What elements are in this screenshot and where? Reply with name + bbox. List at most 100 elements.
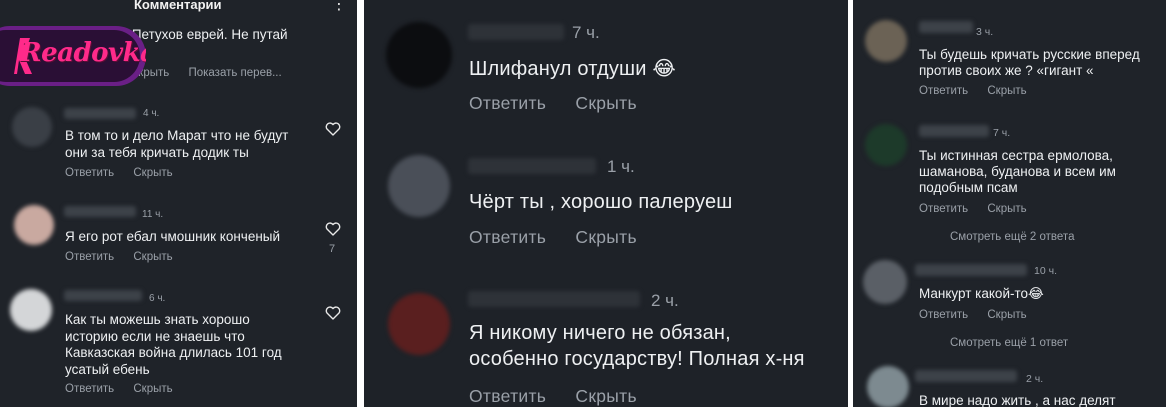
- comment-text: Я никому ничего не обязан, особенно госу…: [469, 320, 805, 372]
- comment-time: 2 ч.: [651, 291, 679, 310]
- avatar[interactable]: [867, 366, 909, 407]
- comment-line: Как ты можешь знать хорошо: [65, 312, 250, 327]
- comment-time: 2 ч.: [1026, 373, 1044, 385]
- comment-text: Я его рот ебал чмошник конченый: [65, 229, 280, 246]
- comment-line: Чёрт ты , хорошо палеруеш: [469, 191, 733, 213]
- reply-button[interactable]: Ответить: [919, 203, 968, 215]
- avatar[interactable]: [14, 205, 54, 245]
- comment-time: 7 ч.: [993, 127, 1011, 139]
- comment-text: Шлифанул отдуши 😂: [469, 56, 676, 82]
- username-blurred[interactable]: [468, 291, 640, 307]
- hide-button[interactable]: Скрыть: [575, 227, 637, 247]
- comment-text: В мире надо жить , а нас делят: [919, 393, 1116, 407]
- reply-button[interactable]: Ответить: [65, 251, 114, 263]
- comment-actions: Ответить Скрыть: [65, 167, 173, 179]
- comment-actions: Ответить Скрыть: [919, 85, 1027, 97]
- view-more-replies-link[interactable]: Смотреть ещё 2 ответа: [950, 231, 1074, 243]
- username-blurred[interactable]: [919, 21, 973, 33]
- hide-button[interactable]: Скрыть: [575, 386, 637, 406]
- heart-icon[interactable]: [325, 306, 341, 320]
- comment-line: особенно государству! Полная х-ня: [469, 348, 805, 370]
- comment-line: подобным псам: [919, 180, 1018, 195]
- more-vert-icon[interactable]: ⋮: [331, 0, 347, 13]
- comment-time: 4 ч.: [143, 108, 160, 119]
- hide-button[interactable]: Скрыть: [133, 167, 172, 179]
- heart-icon[interactable]: [325, 222, 341, 236]
- comment-actions: Ответить Скрыть: [65, 251, 173, 263]
- logo-text: Readovka: [20, 38, 146, 68]
- like-count: 7: [329, 243, 336, 255]
- comment-line: Шлифанул отдуши 😂: [469, 58, 676, 80]
- hide-button[interactable]: Скрыть: [575, 93, 637, 113]
- comment-text: Как ты можешь знать хорошо историю если …: [65, 312, 282, 378]
- reply-button[interactable]: Ответить: [469, 386, 546, 406]
- comment-actions: Ответить Скрыть: [919, 203, 1027, 215]
- avatar[interactable]: [863, 260, 907, 304]
- comment-line: против своих же ? «гигант «: [919, 63, 1094, 78]
- hide-button[interactable]: Скрыть: [133, 383, 172, 395]
- view-more-replies-link[interactable]: Смотреть ещё 1 ответ: [950, 337, 1068, 349]
- comment-time: 10 ч.: [1034, 265, 1057, 277]
- reply-button[interactable]: Ответить: [469, 93, 546, 113]
- avatar[interactable]: [388, 293, 450, 355]
- comment-line: шаманова, буданова и всем им: [919, 164, 1116, 179]
- comments-panel-middle: 7 ч. Шлифанул отдуши 😂 Ответить Скрыть 1…: [364, 0, 848, 407]
- comments-panel-right: 3 ч. Ты будешь кричать русские вперед пр…: [853, 0, 1166, 407]
- comment-line: Манкурт какой-то😂: [919, 286, 1044, 301]
- comments-panel-left: Комментарии ⋮ Маваши а Петухов еврей. Не…: [0, 0, 357, 407]
- hide-button[interactable]: Скрыть: [987, 203, 1026, 215]
- username-blurred[interactable]: [915, 264, 1027, 276]
- reply-button[interactable]: Ответить: [919, 309, 968, 321]
- comment-text: Манкурт какой-то😂: [919, 286, 1044, 302]
- comments-header-title: Комментарии: [134, 0, 222, 12]
- comment-line: историю если не знаешь что: [65, 328, 245, 344]
- comment-text: Ты будешь кричать русские вперед против …: [919, 47, 1140, 79]
- username-blurred[interactable]: [468, 158, 596, 174]
- username-blurred[interactable]: [64, 290, 142, 301]
- comment-time: 7 ч.: [572, 23, 600, 42]
- avatar[interactable]: [386, 22, 452, 88]
- avatar[interactable]: [865, 124, 907, 166]
- comment-text: Ты истинная сестра ермолова, шаманова, б…: [919, 148, 1116, 196]
- comment-line: Я никому ничего не обязан,: [469, 322, 731, 344]
- username-blurred[interactable]: [64, 206, 136, 217]
- comment-time: 3 ч.: [976, 26, 994, 38]
- comment-line: Я его рот ебал чмошник конченый: [65, 229, 281, 244]
- comment-text: Чёрт ты , хорошо палеруеш: [469, 189, 733, 215]
- comment-time: 6 ч.: [149, 293, 166, 304]
- avatar[interactable]: [865, 20, 907, 62]
- comment-line: В мире надо жить , а нас делят: [919, 393, 1116, 407]
- avatar[interactable]: [388, 155, 450, 217]
- comment-actions: Ответить Скрыть: [469, 227, 637, 248]
- reply-button[interactable]: Ответить: [469, 227, 546, 247]
- comment-time: 1 ч.: [607, 157, 635, 176]
- hide-button[interactable]: Скрыть: [987, 309, 1026, 321]
- comment-line: В том то и дело Марат что не будут: [65, 128, 289, 143]
- username-blurred[interactable]: [919, 125, 989, 137]
- comment-line: Кавказская война длилась 101 год: [65, 345, 282, 360]
- username-blurred[interactable]: [64, 108, 136, 119]
- username-blurred[interactable]: [915, 370, 1017, 382]
- avatar[interactable]: [10, 289, 52, 331]
- comment-line: Ты будешь кричать русские вперед: [919, 47, 1140, 62]
- reply-button[interactable]: Ответить: [65, 167, 114, 179]
- readovka-logo: Readovka: [0, 26, 146, 86]
- comment-line: они за тебя кричать додик ты: [65, 144, 249, 160]
- translate-link[interactable]: Показать перев...: [188, 67, 281, 79]
- comment-text: В том то и дело Марат что не будут они з…: [65, 128, 288, 161]
- reply-button[interactable]: Ответить: [65, 383, 114, 395]
- comment-line: усатый ебень: [65, 361, 150, 377]
- comment-actions: Скрыть Показать перев...: [130, 67, 282, 79]
- comment-actions: Ответить Скрыть: [469, 386, 637, 407]
- comment-actions: Ответить Скрыть: [65, 383, 173, 395]
- reply-button[interactable]: Ответить: [919, 85, 968, 97]
- hide-button[interactable]: Скрыть: [987, 85, 1026, 97]
- comment-actions: Ответить Скрыть: [919, 309, 1027, 321]
- comment-line: Ты истинная сестра ермолова,: [919, 148, 1113, 163]
- comment-time: 11 ч.: [142, 209, 164, 220]
- heart-icon[interactable]: [325, 122, 341, 136]
- avatar[interactable]: [12, 107, 52, 147]
- comment-actions: Ответить Скрыть: [469, 93, 637, 114]
- username-blurred[interactable]: [468, 24, 564, 40]
- hide-button[interactable]: Скрыть: [133, 251, 172, 263]
